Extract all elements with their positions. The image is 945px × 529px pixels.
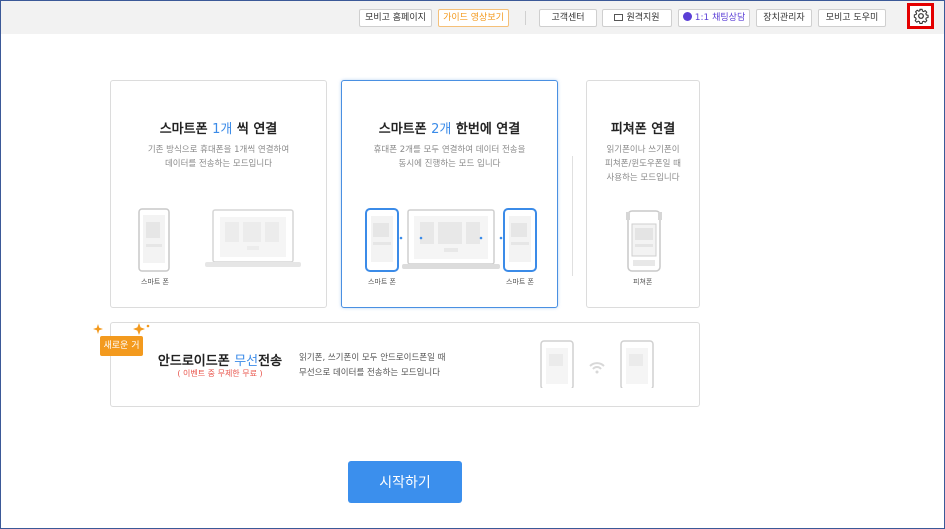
wireless-desc-line1: 읽기폰, 쓰기폰이 모두 안드로이드폰일 때 bbox=[299, 353, 446, 363]
single-connect-desc-line2: 데이터를 전송하는 모드입니다 bbox=[164, 159, 273, 169]
feature-phone-card[interactable]: 피쳐폰 연결 읽기폰이나 쓰기폰이 피쳐폰/윈도우폰일 때 사용하는 모드입니다… bbox=[586, 80, 700, 308]
device-manager-button[interactable]: 장치관리자 bbox=[756, 9, 812, 27]
dual-connect-desc-line2: 동시에 진행하는 모드 입니다 bbox=[398, 159, 501, 169]
chat-consult-label: 1:1 채팅상담 bbox=[694, 13, 746, 23]
wireless-transfer-title: 안드로이드폰 무선전송 bbox=[157, 354, 283, 369]
feature-phone-label: 피쳐폰 bbox=[633, 278, 653, 286]
dual-left-phone-label: 스마트 폰 bbox=[368, 278, 396, 286]
dual-connect-title: 스마트폰 2개 한번에 연결 bbox=[378, 122, 521, 137]
wireless-desc-line2: 무선으로 데이터를 전송하는 모드입니다 bbox=[299, 368, 441, 378]
feature-phone-illustration bbox=[626, 210, 662, 272]
remote-support-button[interactable]: 원격지원 bbox=[602, 9, 672, 27]
feature-phone-desc-line3: 사용하는 모드입니다 bbox=[606, 173, 680, 183]
card-divider bbox=[572, 156, 573, 276]
dual-phone-laptop-illustration bbox=[365, 208, 537, 272]
single-connect-card[interactable]: 스마트폰 1개 씩 연결 기존 방식으로 휴대폰을 1개씩 연결하여 데이터를 … bbox=[110, 80, 327, 308]
single-phone-label: 스마트 폰 bbox=[141, 278, 169, 286]
mobigo-help-button[interactable]: 모비고 도우미 bbox=[818, 9, 886, 27]
guide-video-button[interactable]: 가이드 영상보기 bbox=[438, 9, 509, 27]
top-toolbar: 모비고 홈페이지 가이드 영상보기 고객센터 원격지원 1:1 채팅상담 장치관… bbox=[1, 1, 944, 34]
feature-phone-desc-line2: 피쳐폰/윈도우폰일 때 bbox=[605, 159, 681, 169]
dual-connect-card[interactable]: 스마트폰 2개 한번에 연결 휴대폰 2개를 모두 연결하여 데이터 전송을 동… bbox=[341, 80, 558, 308]
single-connect-title: 스마트폰 1개 씩 연결 bbox=[159, 122, 278, 137]
sparkle-icon bbox=[93, 323, 150, 335]
dual-right-phone-label: 스마트 폰 bbox=[506, 278, 534, 286]
monitor-icon bbox=[614, 14, 624, 21]
toolbar-divider bbox=[525, 11, 526, 25]
mobigo-homepage-button[interactable]: 모비고 홈페이지 bbox=[359, 9, 432, 27]
wireless-event-note: ( 이벤트 중 무제한 무료 ) bbox=[177, 369, 263, 378]
single-connect-desc-line1: 기존 방식으로 휴대폰을 1개씩 연결하여 bbox=[147, 145, 290, 155]
feature-phone-desc-line1: 읽기폰이나 쓰기폰이 bbox=[606, 145, 680, 155]
feature-phone-title: 피쳐폰 연결 bbox=[610, 122, 676, 137]
chat-icon bbox=[682, 12, 692, 21]
smartphone-laptop-illustration bbox=[138, 208, 301, 272]
chat-consult-button[interactable]: 1:1 채팅상담 bbox=[678, 9, 750, 27]
dual-connect-desc-line1: 휴대폰 2개를 모두 연결하여 데이터 전송을 bbox=[373, 145, 526, 155]
settings-button[interactable] bbox=[907, 3, 934, 29]
gear-icon bbox=[913, 8, 929, 24]
start-button[interactable]: 시작하기 bbox=[348, 461, 462, 503]
wireless-phones-illustration bbox=[540, 340, 654, 388]
new-badge: 새로운 거 bbox=[100, 336, 143, 356]
remote-support-label: 원격지원 bbox=[626, 13, 660, 23]
customer-center-button[interactable]: 고객센터 bbox=[539, 9, 597, 27]
wireless-transfer-card[interactable]: 안드로이드폰 무선전송 ( 이벤트 중 무제한 무료 ) 읽기폰, 쓰기폰이 모… bbox=[110, 322, 700, 407]
